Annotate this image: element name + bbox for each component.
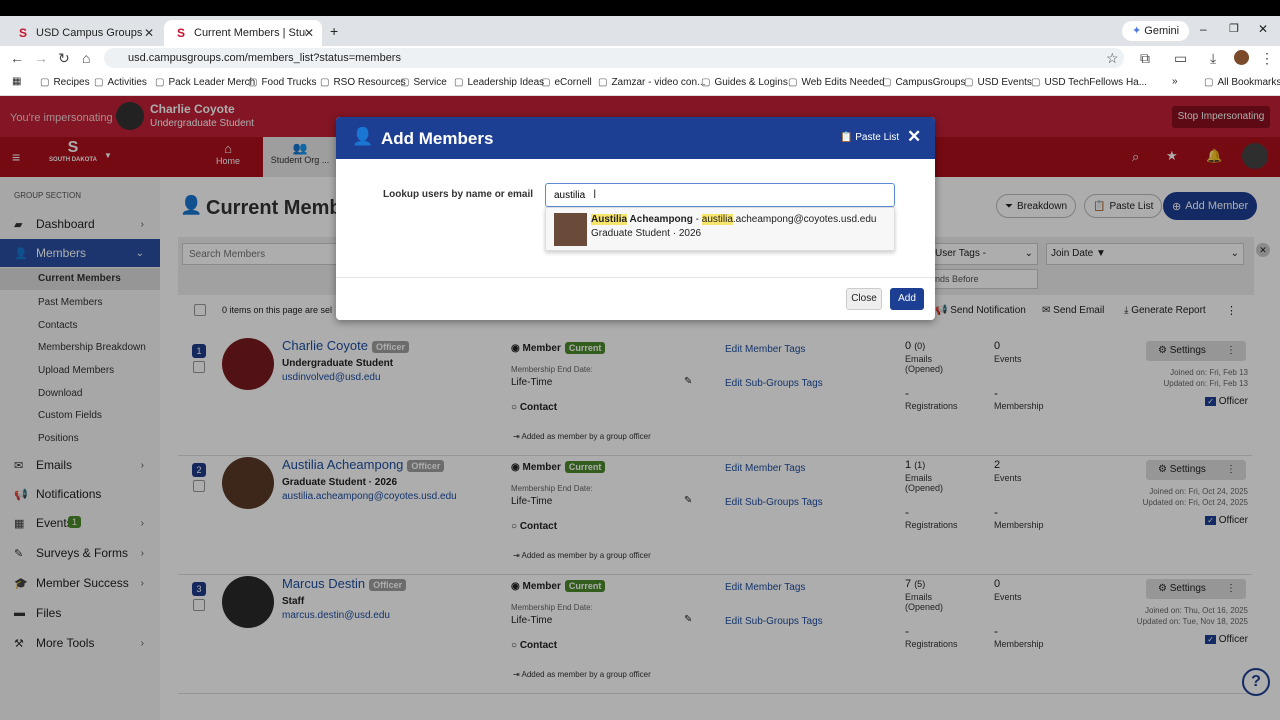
close-icon[interactable]: ✕ bbox=[144, 26, 154, 40]
modal-paste-list-button[interactable]: 📋 Paste List bbox=[840, 132, 899, 143]
gemini-icon: ✦ bbox=[1132, 25, 1142, 37]
modal-paste-list-label: Paste List bbox=[855, 132, 900, 143]
close-icon[interactable]: ✕ bbox=[907, 127, 921, 147]
close-button[interactable]: Close bbox=[846, 288, 882, 310]
usd-favicon-icon: S bbox=[176, 26, 185, 40]
bookmark-service[interactable]: Service bbox=[400, 77, 446, 88]
cast-icon[interactable]: ▭ bbox=[1174, 50, 1187, 67]
forward-icon[interactable]: → bbox=[34, 50, 48, 66]
bookmarks-bar: ▦ Recipes Activities Pack Leader Merch F… bbox=[0, 70, 1280, 96]
bookmark-campusgroups[interactable]: CampusGroups bbox=[882, 77, 965, 88]
bookmark-all[interactable]: All Bookmarks bbox=[1204, 77, 1280, 88]
suggestion-email-highlight: austilia bbox=[701, 214, 733, 225]
bookmark-guides-logins[interactable]: Guides & Logins bbox=[701, 77, 787, 88]
window-top-strip bbox=[0, 0, 1280, 16]
maximize-icon[interactable]: ❐ bbox=[1229, 22, 1239, 35]
clipboard-icon: 📋 bbox=[840, 132, 856, 143]
more-bookmarks-icon[interactable]: » bbox=[1172, 76, 1178, 87]
back-icon[interactable]: ← bbox=[10, 50, 24, 66]
close-icon[interactable]: ✕ bbox=[304, 26, 314, 40]
gemini-label: Gemini bbox=[1144, 25, 1180, 37]
bookmark-usd-techfellows[interactable]: USD TechFellows Ha... bbox=[1031, 77, 1147, 88]
user-icon: 👤 bbox=[352, 127, 374, 146]
download-icon[interactable]: ⤓ bbox=[1210, 50, 1216, 67]
suggestion-email-rest: .acheampong@coyotes.usd.edu bbox=[732, 214, 877, 225]
usd-favicon-icon: S bbox=[18, 26, 27, 40]
suggestion-item[interactable]: Austilia Acheampong - austilia.acheampon… bbox=[546, 208, 894, 250]
bookmark-usd-events[interactable]: USD Events bbox=[964, 77, 1031, 88]
bookmark-star-icon[interactable]: ☆ bbox=[1106, 50, 1119, 67]
bookmark-pack-leader-merch[interactable]: Pack Leader Merch bbox=[155, 77, 255, 88]
suggestion-list: Austilia Acheampong - austilia.acheampon… bbox=[545, 207, 895, 251]
bookmark-ecornell[interactable]: eCornell bbox=[541, 77, 591, 88]
tab-current-members[interactable]: S Current Members | Student Org ✕ bbox=[164, 20, 322, 46]
tab-usd-campus-groups[interactable]: S USD Campus Groups ✕ bbox=[6, 20, 162, 46]
suggestion-subtitle: Graduate Student · 2026 bbox=[591, 228, 702, 239]
bookmark-recipes[interactable]: Recipes bbox=[40, 77, 89, 88]
avatar bbox=[554, 213, 587, 246]
url-field[interactable]: usd.campusgroups.com/members_list?status… bbox=[104, 48, 1124, 68]
modal-header: 👤 Add Members 📋 Paste List ✕ bbox=[336, 117, 935, 159]
bookmark-activities[interactable]: Activities bbox=[94, 77, 146, 88]
tab-label: Current Members | Student Org bbox=[194, 27, 306, 39]
modal-title: Add Members bbox=[381, 129, 494, 148]
modal-divider bbox=[336, 277, 935, 278]
tab-bar: S USD Campus Groups ✕ S Current Members … bbox=[0, 16, 1280, 46]
lookup-label: Lookup users by name or email bbox=[383, 189, 534, 200]
new-tab-icon[interactable]: + bbox=[330, 23, 338, 39]
reload-icon[interactable]: ↻ bbox=[58, 50, 70, 67]
lookup-users-input[interactable] bbox=[545, 183, 895, 207]
extensions-icon[interactable]: ⧉ bbox=[1140, 50, 1150, 67]
bookmark-rso-resources[interactable]: RSO Resources bbox=[320, 77, 405, 88]
tab-label: USD Campus Groups bbox=[36, 27, 143, 39]
bookmark-web-edits[interactable]: Web Edits Needed bbox=[788, 77, 884, 88]
bookmark-leadership-ideas[interactable]: Leadership Ideas bbox=[454, 77, 544, 88]
suggestion-name-highlight: Austilia bbox=[591, 214, 628, 225]
suggestion-separator: - bbox=[692, 214, 702, 225]
suggestion-name-rest: Acheampong bbox=[627, 214, 693, 225]
menu-icon[interactable]: ⋮ bbox=[1260, 50, 1274, 67]
bookmark-zamzar[interactable]: Zamzar - video con... bbox=[598, 77, 705, 88]
home-icon[interactable]: ⌂ bbox=[82, 50, 90, 66]
add-button[interactable]: Add bbox=[890, 288, 924, 310]
add-members-modal: 👤 Add Members 📋 Paste List ✕ Lookup user… bbox=[336, 117, 935, 320]
gemini-button[interactable]: ✦ Gemini bbox=[1122, 21, 1190, 41]
text-cursor-icon: I bbox=[593, 187, 597, 201]
bookmark-food-trucks[interactable]: Food Trucks bbox=[248, 77, 316, 88]
suggestion-title: Austilia Acheampong - austilia.acheampon… bbox=[591, 214, 877, 225]
minimize-icon[interactable]: – bbox=[1200, 22, 1207, 36]
apps-icon[interactable]: ▦ bbox=[12, 76, 21, 87]
address-bar-row: ← → ↻ ⌂ usd.campusgroups.com/members_lis… bbox=[0, 46, 1280, 70]
profile-avatar[interactable] bbox=[1234, 50, 1249, 65]
window-close-icon[interactable]: ✕ bbox=[1258, 22, 1268, 36]
